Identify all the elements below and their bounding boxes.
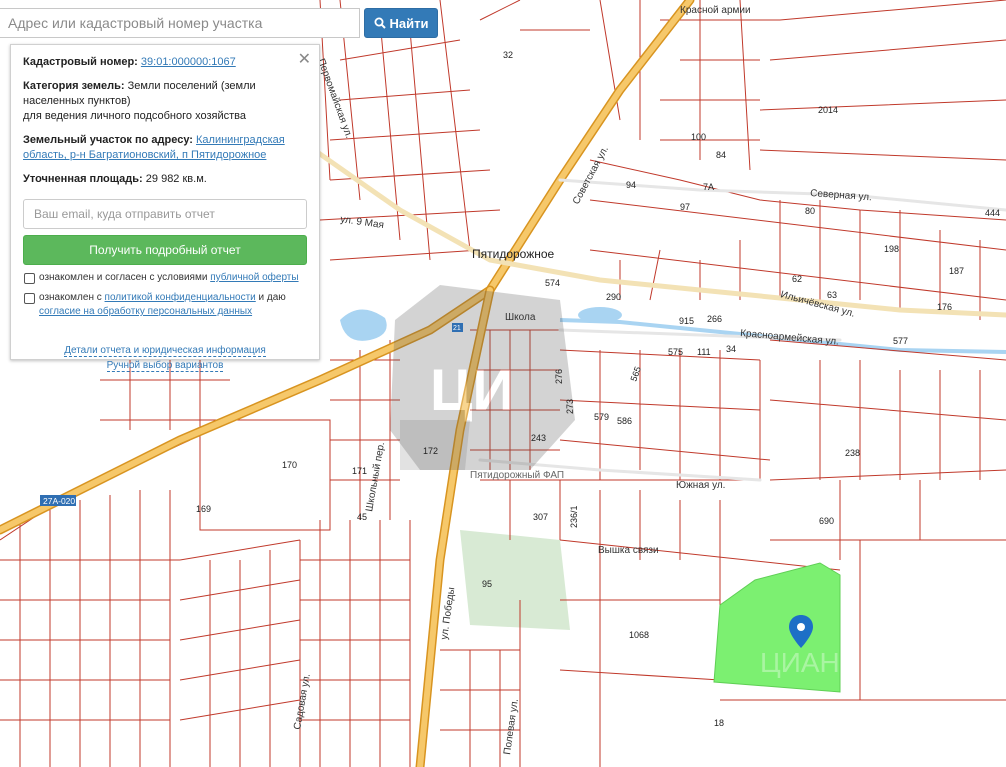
- category-use: для ведения личного подсобного хозяйства: [23, 110, 246, 122]
- svg-text:80: 80: [805, 206, 815, 216]
- svg-text:7А: 7А: [703, 182, 714, 192]
- svg-text:2014: 2014: [818, 105, 838, 115]
- consent-privacy-checkbox[interactable]: [24, 293, 35, 304]
- category-row: Категория земель: Земли поселений (земли…: [23, 79, 307, 124]
- get-report-button[interactable]: Получить подробный отчет: [23, 235, 307, 265]
- svg-text:100: 100: [691, 132, 706, 142]
- svg-text:915: 915: [679, 316, 694, 326]
- svg-text:273: 273: [565, 399, 575, 414]
- manual-selection-link[interactable]: Ручной выбор вариантов: [106, 360, 224, 372]
- svg-text:95: 95: [482, 579, 492, 589]
- search-button[interactable]: Найти: [364, 8, 438, 38]
- area-value: 29 982 кв.м.: [145, 173, 207, 185]
- svg-text:171: 171: [352, 466, 367, 476]
- svg-text:21: 21: [453, 325, 461, 332]
- consent-offer-text: ознакомлен и согласен с условиями: [39, 272, 208, 283]
- offer-link[interactable]: публичной оферты: [210, 272, 298, 283]
- svg-text:243: 243: [531, 433, 546, 443]
- svg-text:62: 62: [792, 274, 802, 284]
- address-label: Земельный участок по адресу:: [23, 134, 193, 146]
- svg-text:307: 307: [533, 512, 548, 522]
- search-input[interactable]: [0, 8, 360, 38]
- svg-text:45: 45: [357, 512, 367, 522]
- settlement-label: Пятидорожное: [472, 247, 555, 261]
- svg-text:198: 198: [884, 244, 899, 254]
- svg-text:176: 176: [937, 302, 952, 312]
- poi-tower: Вышка связи: [598, 545, 659, 556]
- svg-text:97: 97: [680, 202, 690, 212]
- data-processing-link[interactable]: согласие на обработку персональных данны…: [39, 306, 252, 317]
- parcel-info-panel: ✕ Кадастровый номер: 39:01:000000:1067 К…: [10, 44, 320, 372]
- consent-offer-checkbox[interactable]: [24, 273, 35, 284]
- email-field[interactable]: [23, 199, 307, 229]
- svg-text:63: 63: [827, 290, 837, 300]
- svg-text:238: 238: [845, 448, 860, 458]
- search-icon: [374, 17, 386, 29]
- svg-text:169: 169: [196, 504, 211, 514]
- park-area: [460, 530, 570, 630]
- svg-text:34: 34: [726, 344, 736, 354]
- consent-privacy-mid: и даю: [258, 292, 286, 303]
- svg-text:276: 276: [554, 369, 564, 384]
- road-badge-21: 21: [452, 323, 463, 332]
- svg-text:575: 575: [668, 347, 683, 357]
- close-icon[interactable]: ✕: [298, 49, 311, 69]
- search-button-label: Найти: [389, 15, 429, 31]
- watermark-logo: ЦИ: [390, 285, 575, 470]
- watermark-selected: ЦИАН: [760, 647, 840, 678]
- area-row: Уточненная площадь: 29 982 кв.м.: [23, 172, 307, 187]
- consent-offer: ознакомлен и согласен с условиями публич…: [23, 271, 307, 285]
- pond-2: [578, 307, 622, 323]
- svg-text:236/1: 236/1: [569, 505, 579, 528]
- search-bar: Найти: [0, 8, 440, 40]
- poi-school: Школа: [505, 312, 536, 323]
- svg-text:32: 32: [503, 50, 513, 60]
- panel-footer-links: Детали отчета и юридическая информация Р…: [23, 343, 307, 373]
- cadastral-number-link[interactable]: 39:01:000000:1067: [141, 56, 236, 68]
- svg-text:577: 577: [893, 336, 908, 346]
- svg-text:690: 690: [819, 516, 834, 526]
- address-row: Земельный участок по адресу: Калининград…: [23, 133, 307, 163]
- svg-text:586: 586: [617, 416, 632, 426]
- svg-text:574: 574: [545, 278, 560, 288]
- svg-text:111: 111: [697, 347, 711, 357]
- road-badge-27a: 27А-020: [40, 495, 76, 506]
- street-krasnoy-armii: Красной армии: [680, 5, 751, 16]
- cadastral-row: Кадастровый номер: 39:01:000000:1067: [23, 55, 307, 70]
- svg-text:170: 170: [282, 460, 297, 470]
- consent-privacy-text: ознакомлен с: [39, 292, 102, 303]
- svg-text:84: 84: [716, 150, 726, 160]
- svg-text:27А-020: 27А-020: [43, 496, 75, 506]
- svg-text:579: 579: [594, 412, 609, 422]
- cadastral-label: Кадастровый номер:: [23, 56, 138, 68]
- report-details-link[interactable]: Детали отчета и юридическая информация: [64, 345, 266, 357]
- category-label: Категория земель:: [23, 80, 125, 92]
- svg-text:1068: 1068: [629, 630, 649, 640]
- svg-text:266: 266: [707, 314, 722, 324]
- svg-text:18: 18: [714, 718, 724, 728]
- svg-text:ЦИ: ЦИ: [430, 358, 514, 423]
- svg-text:172: 172: [423, 446, 438, 456]
- poi-fap: Пятидорожный ФАП: [470, 470, 564, 481]
- svg-text:187: 187: [949, 266, 964, 276]
- street-yuzhnaya: Южная ул.: [676, 480, 725, 491]
- privacy-link[interactable]: политикой конфиденциальности: [105, 292, 256, 303]
- consent-privacy: ознакомлен с политикой конфиденциальност…: [23, 291, 307, 319]
- svg-text:444: 444: [985, 208, 1000, 218]
- svg-text:290: 290: [606, 292, 621, 302]
- svg-text:94: 94: [626, 180, 636, 190]
- area-label: Уточненная площадь:: [23, 173, 143, 185]
